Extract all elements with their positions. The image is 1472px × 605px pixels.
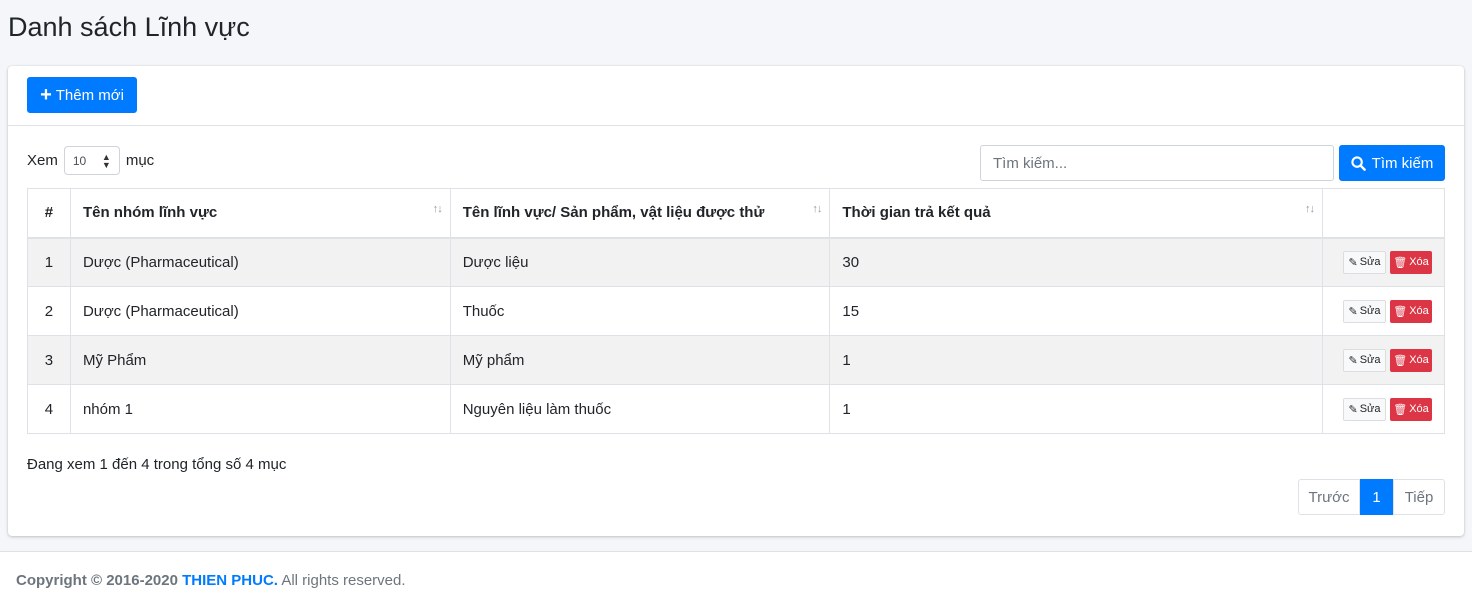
delete-button[interactable]: 🗑 Xóa bbox=[1390, 299, 1432, 323]
edit-button[interactable]: ✎ Sửa bbox=[1343, 348, 1386, 372]
sort-icon: ↑↓ bbox=[1304, 203, 1315, 215]
delete-button[interactable]: 🗑 Xóa bbox=[1390, 250, 1432, 274]
delete-label: Xóa bbox=[1409, 403, 1429, 415]
column-header-number: # bbox=[27, 188, 71, 239]
row-group: Dược (Pharmaceutical) bbox=[69, 286, 451, 336]
row-actions: ✎ Sửa 🗑 Xóa bbox=[1321, 335, 1446, 385]
edit-label: Sửa bbox=[1359, 354, 1381, 366]
edit-icon: ✎ bbox=[1348, 305, 1358, 318]
edit-icon: ✎ bbox=[1348, 256, 1358, 269]
trash-icon: 🗑 bbox=[1393, 403, 1408, 416]
row-time: 1 bbox=[829, 384, 1323, 434]
add-new-label: Thêm mới bbox=[55, 86, 124, 104]
edit-button[interactable]: ✎ Sửa bbox=[1343, 250, 1386, 274]
row-group: Mỹ Phẩm bbox=[69, 335, 451, 385]
search-input[interactable] bbox=[980, 145, 1334, 181]
row-actions: ✎ Sửa 🗑 Xóa bbox=[1321, 286, 1446, 336]
delete-label: Xóa bbox=[1409, 256, 1429, 269]
column-header-actions bbox=[1321, 188, 1446, 239]
column-header-time-label: Thời gian trả kết quả bbox=[842, 204, 991, 222]
row-actions: ✎ Sửa 🗑 Xóa bbox=[1321, 384, 1446, 434]
pagination-page-1[interactable]: 1 bbox=[1360, 479, 1393, 515]
row-number: 2 bbox=[27, 286, 71, 336]
column-header-time[interactable]: Thời gian trả kết quả ↑↓ bbox=[829, 188, 1323, 239]
row-number: 3 bbox=[27, 335, 71, 385]
trash-icon: 🗑 bbox=[1393, 354, 1408, 367]
row-field: Nguyên liệu làm thuốc bbox=[449, 384, 831, 434]
row-field: Mỹ phẩm bbox=[449, 335, 831, 385]
table-row: 4 nhóm 1 Nguyên liệu làm thuốc 1 ✎ Sửa 🗑 X… bbox=[27, 384, 1446, 434]
sort-icon: ↑↓ bbox=[812, 203, 822, 215]
table-row: 1 Dược (Pharmaceutical) Dược liệu 30 ✎ Sử… bbox=[27, 237, 1446, 287]
row-actions: ✎ Sửa 🗑 Xóa bbox=[1321, 237, 1446, 287]
delete-button[interactable]: 🗑 Xóa bbox=[1390, 397, 1432, 421]
card-header: + Thêm mới bbox=[8, 66, 1464, 126]
search-button-label: Tìm kiếm bbox=[1371, 154, 1434, 172]
search-icon bbox=[1351, 155, 1366, 171]
brand-link[interactable]: THIEN PHUC. bbox=[182, 572, 278, 589]
search-button[interactable]: Tìm kiếm bbox=[1339, 145, 1445, 181]
row-number: 1 bbox=[27, 237, 71, 287]
pagination-next[interactable]: Tiếp bbox=[1393, 479, 1445, 515]
copyright-text: Copyright © 2016-2020 bbox=[16, 572, 178, 589]
row-group: nhóm 1 bbox=[69, 384, 451, 434]
show-entries-suffix: mục bbox=[125, 152, 155, 169]
table-header-row: # Tên nhóm lĩnh vực ↑↓ Tên lĩnh vực/ Sản… bbox=[27, 188, 1446, 239]
row-time: 30 bbox=[829, 237, 1323, 287]
table-info: Đang xem 1 đến 4 trong tổng số 4 mục bbox=[27, 456, 287, 473]
table-row: 3 Mỹ Phẩm Mỹ phẩm 1 ✎ Sửa 🗑 Xóa bbox=[27, 335, 1446, 385]
column-header-group-label: Tên nhóm lĩnh vực bbox=[82, 204, 218, 222]
row-number: 4 bbox=[27, 384, 71, 434]
trash-icon: 🗑 bbox=[1393, 305, 1408, 318]
delete-button[interactable]: 🗑 Xóa bbox=[1390, 348, 1432, 372]
edit-button[interactable]: ✎ Sửa bbox=[1343, 397, 1386, 421]
delete-label: Xóa bbox=[1409, 305, 1429, 317]
page-title: Danh sách Lĩnh vực bbox=[8, 12, 250, 42]
column-header-group[interactable]: Tên nhóm lĩnh vực ↑↓ bbox=[69, 188, 451, 239]
rights-text: All rights reserved. bbox=[281, 572, 406, 589]
row-field: Dược liệu bbox=[449, 237, 831, 287]
row-time: 1 bbox=[829, 335, 1323, 385]
show-entries: Xem 10 ▲ ▼ mục bbox=[27, 146, 154, 175]
edit-icon: ✎ bbox=[1348, 403, 1358, 416]
column-header-field-label: Tên lĩnh vực/ Sản phẩm, vật liệu được th… bbox=[462, 204, 765, 222]
page-length-value: 10 bbox=[72, 153, 87, 168]
add-new-button[interactable]: + Thêm mới bbox=[27, 77, 137, 113]
delete-label: Xóa bbox=[1409, 354, 1429, 366]
column-header-field[interactable]: Tên lĩnh vực/ Sản phẩm, vật liệu được th… bbox=[449, 188, 831, 239]
sort-icon: ↑↓ bbox=[432, 203, 443, 215]
pagination-previous[interactable]: Trước bbox=[1298, 479, 1360, 515]
plus-icon: + bbox=[40, 84, 52, 106]
edit-button[interactable]: ✎ Sửa bbox=[1343, 299, 1386, 323]
edit-label: Sửa bbox=[1359, 305, 1381, 317]
row-time: 15 bbox=[829, 286, 1323, 336]
trash-icon: 🗑 bbox=[1393, 256, 1408, 269]
footer: Copyright © 2016-2020 THIEN PHUC. All ri… bbox=[0, 551, 1472, 605]
row-group: Dược (Pharmaceutical) bbox=[69, 237, 451, 287]
row-field: Thuốc bbox=[449, 286, 831, 336]
fields-table: # Tên nhóm lĩnh vực ↑↓ Tên lĩnh vực/ Sản… bbox=[27, 188, 1446, 434]
show-entries-prefix: Xem bbox=[27, 152, 58, 169]
edit-icon: ✎ bbox=[1348, 354, 1358, 367]
footer-text: Copyright © 2016-2020 THIEN PHUC. All ri… bbox=[16, 572, 406, 589]
edit-label: Sửa bbox=[1359, 256, 1381, 269]
select-arrows-icon: ▲ ▼ bbox=[101, 151, 111, 170]
page-length-select[interactable]: 10 ▲ ▼ bbox=[63, 146, 120, 175]
pagination: Trước 1 Tiếp bbox=[1298, 479, 1445, 515]
main-card: + Thêm mới Xem 10 ▲▼ mục Tìm kiếm # Tên … bbox=[8, 66, 1464, 536]
table-row: 2 Dược (Pharmaceutical) Thuốc 15 ✎ Sửa 🗑 X… bbox=[27, 286, 1446, 336]
edit-label: Sửa bbox=[1359, 403, 1381, 415]
